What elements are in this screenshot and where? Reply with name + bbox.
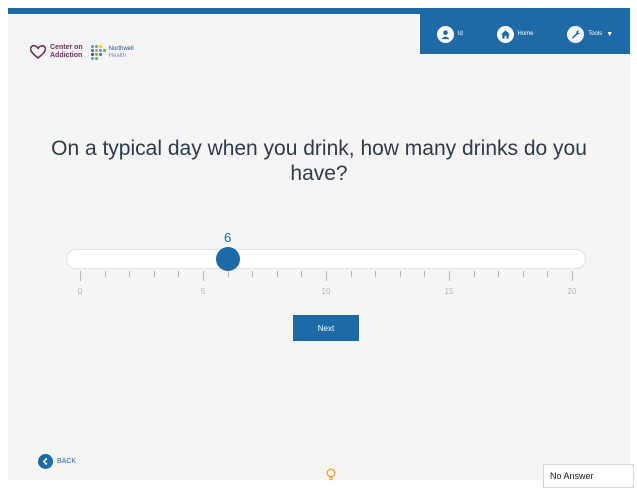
survey-frame: Id Home Tools ▼ Center on Addiction Nort… bbox=[8, 8, 634, 488]
slider-tick bbox=[522, 271, 524, 277]
slider-tick bbox=[473, 271, 475, 277]
slider-tick bbox=[350, 271, 352, 277]
slider-tick bbox=[80, 271, 81, 281]
nav-user[interactable]: Id bbox=[436, 25, 463, 43]
slider-tick bbox=[547, 271, 549, 277]
slider-tick bbox=[399, 271, 401, 277]
slider-tick bbox=[104, 271, 106, 277]
top-nav: Id Home Tools ▼ bbox=[420, 14, 630, 54]
slider-tick bbox=[227, 271, 229, 277]
chevron-left-icon bbox=[38, 454, 53, 469]
slider-tick-label: 15 bbox=[444, 287, 454, 296]
center-on-addiction-logo: Center on Addiction bbox=[30, 44, 83, 60]
slider-track[interactable] bbox=[66, 249, 586, 269]
home-icon bbox=[496, 25, 514, 43]
slider-tick bbox=[326, 271, 327, 281]
slider-tick bbox=[153, 271, 155, 277]
slider-thumb[interactable] bbox=[215, 247, 240, 271]
slider-tick bbox=[449, 271, 450, 281]
no-answer-button[interactable]: No Answer bbox=[543, 464, 634, 488]
coa-line-1: Center on bbox=[50, 44, 83, 51]
coa-line-2: Addiction bbox=[50, 52, 83, 59]
drinks-slider[interactable]: 6 0 5 10 15 20 bbox=[66, 230, 586, 310]
slider-tick-label: 0 bbox=[77, 287, 83, 296]
slider-tick bbox=[129, 271, 131, 277]
northwell-logo: Northwell Health bbox=[90, 44, 134, 60]
northwell-line-1: Northwell bbox=[108, 45, 134, 52]
next-button[interactable]: Next bbox=[293, 315, 359, 341]
slider-value-label: 6 bbox=[223, 230, 232, 245]
nav-user-label: Id bbox=[457, 31, 463, 37]
slider-tick-label: 20 bbox=[567, 287, 577, 296]
logo-area: Center on Addiction Northwell Health bbox=[30, 44, 134, 60]
northwell-line-2: Health bbox=[108, 52, 127, 59]
slider-tick bbox=[375, 271, 377, 277]
slider-tick bbox=[572, 271, 573, 281]
nav-tools[interactable]: Tools ▼ bbox=[567, 25, 614, 43]
question-text: On a typical day when you drink, how man… bbox=[51, 137, 587, 185]
slider-tick bbox=[252, 271, 254, 277]
slider-tick-label: 5 bbox=[200, 287, 206, 296]
slider-tick-label: 10 bbox=[321, 287, 331, 296]
slider-tick bbox=[276, 271, 278, 277]
user-icon bbox=[436, 25, 454, 43]
nav-tools-label: Tools bbox=[588, 31, 603, 37]
nav-home[interactable]: Home bbox=[496, 25, 534, 43]
lightbulb-icon[interactable] bbox=[326, 468, 336, 482]
caret-down-icon: ▼ bbox=[606, 30, 614, 38]
nav-home-label: Home bbox=[517, 31, 534, 37]
slider-tick bbox=[424, 271, 426, 277]
back-button[interactable]: BACK bbox=[38, 454, 76, 469]
back-label: BACK bbox=[57, 458, 77, 465]
wrench-icon bbox=[567, 25, 585, 43]
slider-tick bbox=[301, 271, 303, 277]
heart-icon bbox=[30, 45, 46, 59]
slider-tick bbox=[203, 271, 204, 281]
slider-tick bbox=[498, 271, 500, 277]
northwell-dots-icon bbox=[90, 44, 106, 60]
slider-tick bbox=[178, 271, 180, 277]
